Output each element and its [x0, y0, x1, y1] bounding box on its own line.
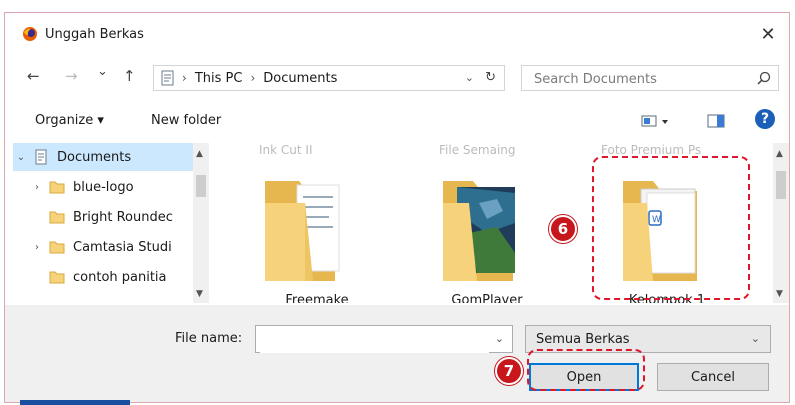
file-type-value: Semua Berkas	[536, 332, 630, 347]
dialog-footer: File name: ⌄ Semua Berkas ⌄ Open Cancel	[5, 305, 789, 402]
tree-item-label: Camtasia Studi	[73, 239, 172, 255]
close-icon: ✕	[760, 23, 776, 45]
breadcrumb-this-pc[interactable]: This PC	[195, 71, 243, 86]
file-list-scrollbar[interactable]: ▲ ▼	[773, 143, 789, 303]
back-button[interactable]: ←	[27, 67, 40, 85]
partial-file-label: Foto Premium Ps	[601, 143, 702, 157]
tree-item-blue-logo[interactable]: › blue-logo	[13, 173, 195, 201]
address-dropdown-icon[interactable]: ⌄	[465, 71, 474, 84]
step-badge-7: 7	[495, 357, 523, 385]
navigation-pane: ⌄ Documents › blue-logo Bright Roundec ›…	[13, 143, 210, 303]
recent-locations-button[interactable]: ⌄	[97, 64, 108, 79]
window-title: Unggah Berkas	[45, 27, 144, 42]
file-name-input[interactable]	[260, 327, 489, 353]
expand-arrow-icon[interactable]: ›	[29, 182, 45, 193]
breadcrumb-separator: ›	[250, 71, 256, 85]
breadcrumb-separator: ›	[182, 71, 187, 85]
chevron-down-icon: ⌄	[750, 332, 760, 345]
scroll-down-icon[interactable]: ▼	[196, 289, 203, 299]
file-item-gomplayer[interactable]: GomPlayer	[417, 163, 557, 303]
search-icon	[757, 71, 771, 85]
tree-item-camtasia-studio[interactable]: › Camtasia Studi	[13, 233, 195, 261]
step-badge-6: 6	[549, 215, 577, 243]
help-icon[interactable]: ?	[755, 109, 775, 129]
organize-button[interactable]: Organize ▾	[35, 113, 104, 128]
scroll-thumb[interactable]	[196, 175, 206, 197]
document-library-icon	[35, 149, 47, 165]
title-bar: Unggah Berkas ✕	[5, 13, 789, 57]
navigation-bar: ← → ⌄ ↑ › This PC › Documents ⌄ ↻	[5, 59, 789, 95]
collapse-arrow-icon[interactable]: ⌄	[13, 152, 29, 163]
file-item-freemake[interactable]: Freemake	[247, 163, 387, 303]
folder-documents-icon	[265, 181, 340, 281]
new-folder-button[interactable]: New folder	[151, 113, 221, 128]
command-toolbar: Organize ▾ New folder ?	[5, 101, 789, 139]
file-name-field[interactable]: ⌄	[255, 325, 513, 353]
breadcrumb-documents[interactable]: Documents	[263, 71, 337, 86]
file-name-label: File name:	[175, 331, 243, 346]
chevron-down-icon[interactable]: ⌄	[495, 332, 504, 345]
open-button-highlight-frame	[527, 349, 645, 391]
scroll-thumb[interactable]	[776, 171, 786, 199]
cancel-button[interactable]: Cancel	[657, 363, 769, 391]
tree-item-contoh-panitia[interactable]: contoh panitia	[13, 263, 195, 291]
scroll-up-icon[interactable]: ▲	[196, 149, 203, 159]
partial-file-label: Ink Cut II	[259, 143, 313, 157]
firefox-icon	[23, 27, 37, 41]
partial-file-label: File Semaing	[439, 143, 516, 157]
up-button[interactable]: ↑	[123, 67, 136, 85]
forward-button[interactable]: →	[65, 67, 78, 85]
tree-item-bright-rounded[interactable]: Bright Roundec	[13, 203, 195, 231]
scroll-up-icon[interactable]: ▲	[776, 149, 783, 159]
folder-image-icon	[443, 181, 515, 281]
change-view-icon[interactable]	[641, 114, 671, 128]
tree-item-label: Bright Roundec	[73, 209, 173, 225]
navigation-pane-scrollbar[interactable]: ▲ ▼	[193, 143, 209, 303]
file-open-dialog: Unggah Berkas ✕ ← → ⌄ ↑ › This PC › Docu…	[4, 12, 790, 403]
folder-highlight-frame	[592, 156, 750, 300]
refresh-icon[interactable]: ↻	[485, 70, 496, 85]
folder-icon	[49, 271, 65, 284]
close-button[interactable]: ✕	[753, 19, 783, 49]
folder-icon	[49, 181, 65, 194]
expand-arrow-icon[interactable]: ›	[29, 242, 45, 253]
folder-icon	[49, 241, 65, 254]
folder-icon	[49, 211, 65, 224]
scroll-down-icon[interactable]: ▼	[776, 289, 783, 299]
tree-item-label: blue-logo	[73, 179, 134, 195]
search-input[interactable]	[532, 67, 736, 91]
preview-pane-icon[interactable]	[707, 114, 725, 128]
documents-location-icon	[161, 70, 174, 86]
taskbar-accent	[20, 400, 130, 405]
file-item-label: GomPlayer	[451, 293, 523, 303]
tree-item-label: contoh panitia	[73, 269, 167, 285]
tree-item-documents[interactable]: ⌄ Documents	[13, 143, 195, 171]
address-bar[interactable]: › This PC › Documents ⌄ ↻	[153, 65, 505, 91]
search-box[interactable]	[521, 65, 779, 91]
file-item-label: Freemake	[285, 293, 349, 303]
tree-item-label: Documents	[57, 149, 132, 165]
